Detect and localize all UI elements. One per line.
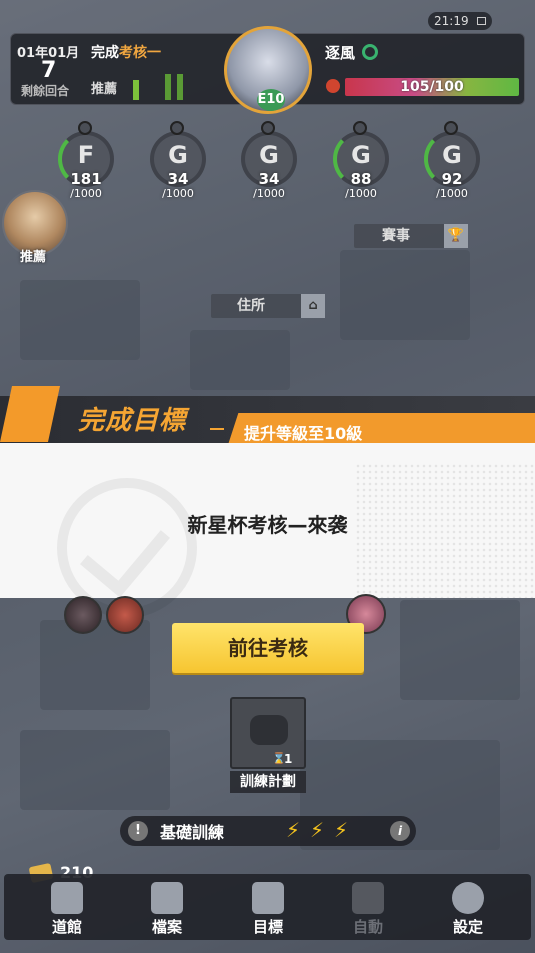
gym-icon bbox=[51, 882, 83, 914]
battery-icon bbox=[477, 17, 486, 25]
goal-banner-title: 完成目標 bbox=[78, 406, 187, 436]
level-badge: E10 bbox=[257, 89, 285, 111]
nav-label: 設定 bbox=[452, 918, 483, 936]
stamina-value: 105/100 bbox=[400, 79, 464, 95]
basic-training-label: 基礎訓練 bbox=[160, 823, 225, 842]
goal-panel: 新星杯考核—來袭 bbox=[0, 443, 535, 618]
task-prefix: 完成 bbox=[91, 45, 119, 61]
gear-icon bbox=[452, 882, 484, 914]
recommend-label: 推薦 bbox=[91, 82, 118, 97]
stat-grade: G bbox=[168, 141, 188, 169]
nav-gym[interactable]: 道館 bbox=[17, 874, 117, 940]
stat-guts[interactable]: G 88 /1000 bbox=[331, 121, 391, 207]
nav-label: 自動 bbox=[352, 918, 383, 936]
speed-stat-icon bbox=[78, 121, 92, 135]
stat-power[interactable]: G 34 /1000 bbox=[239, 121, 299, 207]
bottom-nav: 道館 檔案 目標 自動 設定 bbox=[4, 874, 531, 940]
stat-speed[interactable]: F 181 /1000 bbox=[56, 121, 116, 207]
training-plan-label: 訓練計劃 bbox=[230, 771, 306, 793]
training-plan[interactable]: ⌛ 1 訓練計劃 bbox=[230, 697, 306, 793]
wind-element-icon bbox=[362, 44, 378, 60]
stat-grade: F bbox=[77, 141, 95, 169]
dumbbell-icon bbox=[250, 715, 288, 745]
days-remaining-label: 剩餘回合 bbox=[21, 84, 70, 98]
stat-max: /1000 bbox=[253, 187, 285, 200]
home-icon: ⌂ bbox=[301, 294, 325, 318]
goal-subtitle: 提升等級至10級 bbox=[244, 424, 363, 443]
stat-max: /1000 bbox=[70, 187, 102, 200]
task-highlight: 考核一 bbox=[119, 45, 161, 61]
npc-avatar[interactable] bbox=[64, 596, 102, 634]
nav-label: 目標 bbox=[252, 918, 283, 936]
stat-max: /1000 bbox=[162, 187, 194, 200]
stat-grade: G bbox=[442, 141, 462, 169]
guts-stat-icon bbox=[353, 121, 367, 135]
event-label: 賽事 bbox=[382, 228, 410, 244]
auto-lock-icon bbox=[352, 882, 384, 914]
nav-auto: 自動 bbox=[318, 874, 418, 940]
residence-tag[interactable]: 住所 ⌂ bbox=[211, 294, 325, 318]
clock-time: 21:19 bbox=[434, 14, 469, 28]
stat-value: 34 bbox=[167, 170, 189, 188]
go-to-exam-button[interactable]: 前往考核 bbox=[172, 623, 364, 673]
event-tag[interactable]: 賽事 🏆 bbox=[354, 224, 468, 248]
stat-stamina[interactable]: G 34 /1000 bbox=[148, 121, 208, 207]
basic-training-bar[interactable]: ! 基礎訓練 ⚡ ⚡ ⚡ i bbox=[120, 816, 416, 846]
days-remaining: 7 bbox=[41, 58, 57, 83]
stat-value: 92 bbox=[441, 170, 463, 188]
stat-value: 181 bbox=[70, 170, 102, 188]
trophy-icon: 🏆 bbox=[444, 224, 468, 248]
stat-value: 34 bbox=[258, 170, 280, 188]
stat-max: /1000 bbox=[436, 187, 468, 200]
nav-goal[interactable]: 目標 bbox=[218, 874, 318, 940]
nav-label: 檔案 bbox=[151, 918, 182, 936]
goal-checklist-icon bbox=[252, 882, 284, 914]
status-clock: 21:19 bbox=[428, 12, 492, 30]
stamina-meat-icon bbox=[326, 79, 340, 93]
training-hours: 1 bbox=[284, 752, 293, 766]
character-name: 逐風 bbox=[325, 44, 356, 62]
info-icon[interactable]: i bbox=[390, 821, 410, 841]
stat-grade: G bbox=[259, 141, 279, 169]
banner-divider bbox=[210, 428, 224, 430]
energy-bolt-icon: ⚡ bbox=[310, 818, 325, 842]
stamina-stat-icon bbox=[170, 121, 184, 135]
alert-icon: ! bbox=[128, 821, 148, 841]
energy-bolt-icon: ⚡ bbox=[286, 818, 301, 842]
wisdom-stat-icon bbox=[444, 121, 458, 135]
goal-text: 新星杯考核—來袭 bbox=[187, 513, 348, 537]
stat-grade: G bbox=[351, 141, 371, 169]
advisor-label: 推薦 bbox=[20, 250, 47, 265]
energy-bolt-icon: ⚡ bbox=[334, 818, 349, 842]
nav-file[interactable]: 檔案 bbox=[117, 874, 217, 940]
character-portrait[interactable]: E10 bbox=[224, 26, 312, 114]
current-task[interactable]: 完成考核一 bbox=[91, 42, 161, 62]
file-icon bbox=[151, 882, 183, 914]
nav-settings[interactable]: 設定 bbox=[418, 874, 518, 940]
residence-label: 住所 bbox=[237, 298, 265, 314]
nav-label: 道館 bbox=[51, 918, 82, 936]
npc-avatar[interactable] bbox=[106, 596, 144, 634]
power-stat-icon bbox=[261, 121, 275, 135]
stat-value: 88 bbox=[350, 170, 372, 188]
training-plan-card: ⌛ 1 bbox=[230, 697, 306, 769]
stat-max: /1000 bbox=[345, 187, 377, 200]
stat-wisdom[interactable]: G 92 /1000 bbox=[422, 121, 482, 207]
